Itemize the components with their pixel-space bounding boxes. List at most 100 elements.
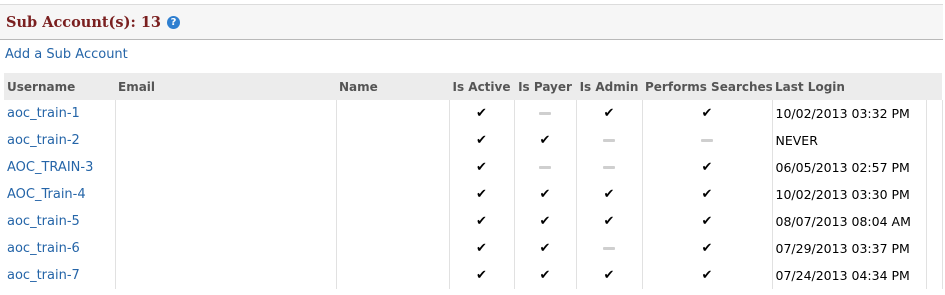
username-link[interactable]: aoc_train-2	[7, 133, 80, 148]
last-login-cell: 10/02/2013 03:30 PM	[772, 181, 927, 208]
username-cell: aoc_train-6	[4, 235, 116, 262]
email-cell	[115, 100, 337, 127]
table-row: aoc_train-7 ✔ ✔ ✔ ✔ 07/24/2013 04:34 PM	[4, 262, 943, 289]
is-admin-cell: ✔	[576, 100, 643, 127]
is-active-cell: ✔	[449, 127, 515, 154]
email-cell	[115, 262, 337, 289]
check-icon: ✔	[476, 214, 487, 229]
check-icon: ✔	[603, 214, 615, 229]
name-cell	[336, 100, 450, 127]
check-icon: ✔	[476, 160, 487, 175]
is-active-cell: ✔	[449, 181, 515, 208]
check-icon: ✔	[701, 268, 713, 283]
is-active-cell: ✔	[449, 100, 515, 127]
is-active-cell: ✔	[449, 262, 515, 289]
is-payer-cell	[514, 100, 577, 127]
name-cell	[336, 262, 450, 289]
check-icon: ✔	[539, 241, 551, 256]
sub-accounts-page: Sub Account(s): 13 ? Add a Sub Account U…	[0, 0, 945, 295]
col-header-username: Username	[7, 79, 76, 94]
is-payer-cell: ✔	[514, 127, 577, 154]
table-row: aoc_train-1 ✔ ✔ ✔ 10/02/2013 03:32 PM	[4, 100, 943, 127]
table-row: aoc_train-6 ✔ ✔ ✔ 07/29/2013 03:37 PM	[4, 235, 943, 262]
is-admin-cell: ✔	[576, 181, 643, 208]
check-icon: ✔	[701, 187, 713, 202]
email-cell	[115, 154, 337, 181]
row-spacer-cell	[926, 235, 943, 262]
is-active-cell: ✔	[449, 154, 515, 181]
check-icon: ✔	[701, 214, 713, 229]
table-row: AOC_Train-4 ✔ ✔ ✔ ✔ 10/02/2013 03:30 PM	[4, 181, 943, 208]
check-icon: ✔	[701, 106, 713, 121]
check-icon: ✔	[701, 241, 713, 256]
email-cell	[115, 235, 337, 262]
dash-icon	[539, 166, 551, 169]
dash-icon	[603, 166, 615, 169]
last-login-cell: 08/07/2013 08:04 AM	[772, 208, 927, 235]
table-row: aoc_train-5 ✔ ✔ ✔ ✔ 08/07/2013 08:04 AM	[4, 208, 943, 235]
check-icon: ✔	[476, 187, 487, 202]
username-cell: aoc_train-7	[4, 262, 116, 289]
performs-searches-cell: ✔	[642, 181, 773, 208]
col-header-last-login: Last Login	[775, 79, 845, 94]
is-payer-cell: ✔	[514, 262, 577, 289]
row-spacer-cell	[926, 100, 943, 127]
username-link[interactable]: AOC_TRAIN-3	[7, 160, 93, 175]
is-active-cell: ✔	[449, 235, 515, 262]
col-header-is-admin: Is Admin	[579, 79, 639, 94]
col-header-is-active: Is Active	[452, 79, 511, 94]
sub-accounts-table: Username Email Name Is Active Is Payer I…	[4, 73, 943, 289]
col-header-is-payer: Is Payer	[518, 79, 572, 94]
is-admin-cell	[576, 235, 643, 262]
help-icon[interactable]: ?	[167, 15, 181, 29]
is-active-cell: ✔	[449, 208, 515, 235]
page-title: Sub Account(s): 13	[6, 13, 162, 31]
is-admin-cell: ✔	[576, 208, 643, 235]
check-icon: ✔	[476, 106, 487, 121]
table-row: aoc_train-2 ✔ ✔ NEVER	[4, 127, 943, 154]
is-admin-cell	[576, 154, 643, 181]
username-link[interactable]: aoc_train-7	[7, 268, 80, 283]
check-icon: ✔	[539, 187, 551, 202]
check-icon: ✔	[476, 241, 487, 256]
username-cell: AOC_TRAIN-3	[4, 154, 116, 181]
username-link[interactable]: aoc_train-1	[7, 106, 80, 121]
performs-searches-cell: ✔	[642, 208, 773, 235]
performs-searches-cell: ✔	[642, 235, 773, 262]
username-link[interactable]: aoc_train-6	[7, 241, 80, 256]
check-icon: ✔	[701, 160, 713, 175]
col-header-email: Email	[118, 79, 156, 94]
is-payer-cell	[514, 154, 577, 181]
row-spacer-cell	[926, 181, 943, 208]
is-admin-cell: ✔	[576, 262, 643, 289]
add-sub-account-link[interactable]: Add a Sub Account	[5, 47, 128, 62]
is-payer-cell: ✔	[514, 208, 577, 235]
table-row: AOC_TRAIN-3 ✔ ✔ 06/05/2013 02:57 PM	[4, 154, 943, 181]
name-cell	[336, 235, 450, 262]
performs-searches-cell: ✔	[642, 262, 773, 289]
section-header: Sub Account(s): 13 ?	[0, 4, 943, 40]
check-icon: ✔	[603, 106, 615, 121]
check-icon: ✔	[539, 268, 551, 283]
username-link[interactable]: AOC_Train-4	[7, 187, 86, 202]
col-header-performs-searches: Performs Searches	[645, 79, 772, 94]
is-payer-cell: ✔	[514, 181, 577, 208]
username-cell: aoc_train-5	[4, 208, 116, 235]
is-payer-cell: ✔	[514, 235, 577, 262]
username-cell: AOC_Train-4	[4, 181, 116, 208]
check-icon: ✔	[603, 187, 615, 202]
performs-searches-cell: ✔	[642, 154, 773, 181]
col-header-name: Name	[339, 79, 378, 94]
performs-searches-cell	[642, 127, 773, 154]
check-icon: ✔	[603, 268, 615, 283]
dash-icon	[603, 247, 615, 250]
email-cell	[115, 127, 337, 154]
name-cell	[336, 154, 450, 181]
username-link[interactable]: aoc_train-5	[7, 214, 80, 229]
last-login-cell: 10/02/2013 03:32 PM	[772, 100, 927, 127]
row-spacer-cell	[926, 262, 943, 289]
name-cell	[336, 127, 450, 154]
table-header-row: Username Email Name Is Active Is Payer I…	[4, 73, 942, 100]
col-header-spacer	[926, 73, 942, 100]
last-login-cell: NEVER	[772, 127, 927, 154]
